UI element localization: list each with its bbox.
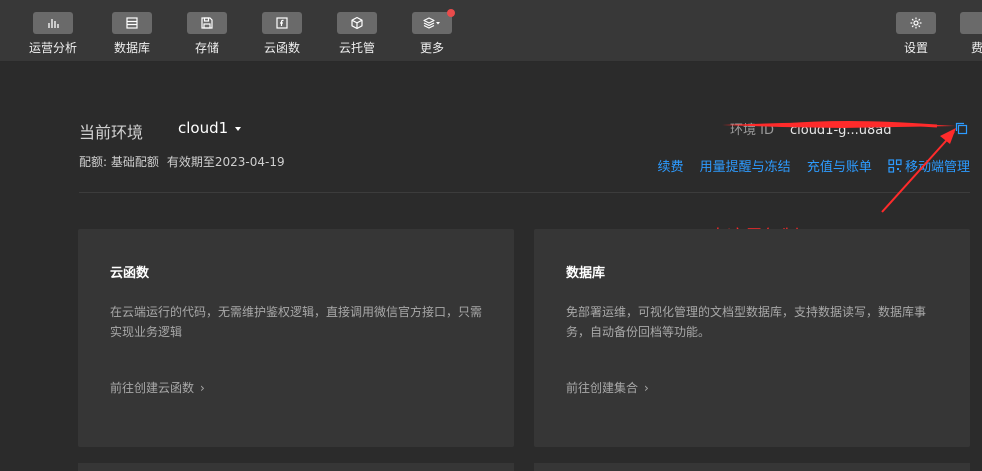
toolbar-cost-button[interactable]: 费 (960, 12, 982, 58)
mobile-manage-label: 移动端管理 (904, 160, 970, 175)
card-link-label: 前往创建云函数 (110, 381, 195, 395)
database-icon (112, 12, 152, 34)
bar-chart-icon (33, 12, 73, 34)
expiry-text: 有效期至2023-04-19 (166, 155, 285, 169)
toolbar-label: 更多 (419, 41, 444, 55)
toolbar-label: 运营分析 (28, 41, 77, 55)
toolbar-cloudhost-button[interactable]: 云托管 (327, 12, 387, 58)
toolbar-label: 云函数 (263, 41, 300, 55)
next-card-edge (534, 463, 970, 471)
toolbar-functions-button[interactable]: 云函数 (252, 12, 312, 58)
env-selector[interactable]: cloud1 (178, 119, 242, 137)
notification-dot (447, 9, 455, 17)
gear-icon (896, 12, 936, 34)
main-content: 当前环境 cloud1 配额: 基础配额 有效期至2023-04-19 环境 ID… (0, 62, 982, 471)
recharge-billing-link[interactable]: 充值与账单 (807, 160, 872, 175)
usage-alert-link[interactable]: 用量提醒与冻结 (700, 160, 791, 175)
toolbar-database-button[interactable]: 数据库 (102, 12, 162, 58)
toolbar-label: 费 (971, 41, 982, 55)
create-function-link[interactable]: 前往创建云函数 › (110, 379, 205, 396)
toolbar-more-button[interactable]: 更多 (402, 9, 462, 58)
cube-icon (337, 12, 377, 34)
caret-down-icon (235, 126, 242, 131)
chevron-right-icon: › (644, 381, 649, 395)
cost-icon (960, 12, 982, 34)
chevron-right-icon: › (200, 381, 205, 395)
env-action-links: 续费 用量提醒与冻结 充值与账单 移动端管理 (646, 156, 970, 177)
toolbar-label: 云托管 (338, 41, 375, 55)
card-title: 云函数 (110, 266, 150, 281)
toolbar-label: 存储 (194, 41, 219, 55)
env-id-value: cloud1-g...u8ad (789, 123, 892, 138)
toolbar-analytics-button[interactable]: 运营分析 (23, 12, 83, 58)
toolbar-label: 数据库 (113, 41, 150, 55)
qr-code-icon (888, 159, 902, 177)
toolbar-settings-button[interactable]: 设置 (886, 12, 946, 58)
card-title: 数据库 (566, 266, 606, 281)
current-env-label: 当前环境 (79, 123, 144, 142)
copy-env-id-icon[interactable] (955, 120, 968, 139)
cloud-function-card: 云函数 在云端运行的代码，无需维护鉴权逻辑，直接调用微信官方接口，只需实现业务逻… (78, 229, 514, 447)
top-toolbar: 运营分析 数据库 存储 云函数 云托管 更多 设置 费 (0, 0, 982, 62)
renew-link[interactable]: 续费 (658, 160, 684, 175)
function-icon (262, 12, 302, 34)
database-card: 数据库 免部署运维，可视化管理的文档型数据库，支持数据读写，数据库事务，自动备份… (534, 229, 970, 447)
mobile-manage-link[interactable]: 移动端管理 (888, 159, 970, 177)
toolbar-storage-button[interactable]: 存储 (177, 12, 237, 58)
env-id-row: 环境 ID cloud1-g...u8ad (730, 119, 892, 138)
card-description: 在云端运行的代码，无需维护鉴权逻辑，直接调用微信官方接口，只需实现业务逻辑 (110, 305, 483, 339)
quota-info: 配额: 基础配额 有效期至2023-04-19 (79, 153, 285, 170)
create-collection-link[interactable]: 前往创建集合 › (566, 379, 649, 396)
env-id-label: 环境 ID (730, 123, 774, 138)
card-link-label: 前往创建集合 (566, 381, 639, 395)
toolbar-label: 设置 (903, 41, 928, 55)
quota-text: 配额: 基础配额 (79, 155, 159, 169)
layers-icon (412, 9, 455, 34)
section-divider (79, 192, 970, 193)
env-selected-value: cloud1 (178, 119, 229, 137)
card-description: 免部署运维，可视化管理的文档型数据库，支持数据读写，数据库事务，自动备份回档等功… (566, 305, 927, 339)
next-card-edge (78, 463, 514, 471)
storage-icon (187, 12, 227, 34)
